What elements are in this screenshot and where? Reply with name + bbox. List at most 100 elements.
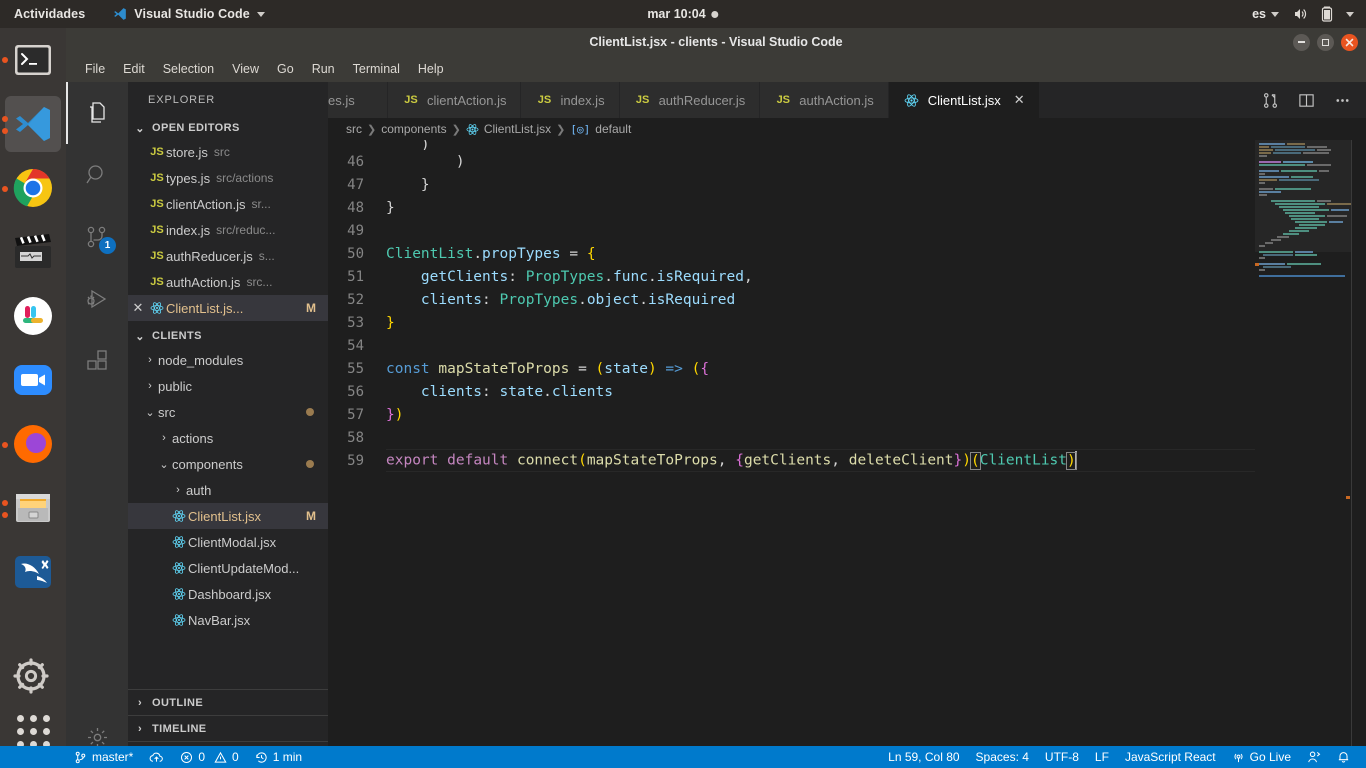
dock-item-video-editor[interactable] [0,220,66,284]
tab-auth-reducer-js[interactable]: JS authReducer.js [620,82,761,118]
dock-item-slack[interactable] [0,284,66,348]
code-line-46: 46 ) [328,150,1366,173]
section-outline[interactable]: › OUTLINE [128,689,328,715]
token: func [613,269,648,285]
sidebar-title: EXPLORER [128,82,328,117]
open-editor-client-list-jsx[interactable]: ✕ ClientList.js... M [128,295,328,321]
activities-button[interactable]: Actividades [14,7,85,21]
tree-file-client-update-modal-jsx[interactable]: ClientUpdateMod... [128,555,328,581]
battery-icon[interactable] [1321,6,1333,22]
more-actions-icon[interactable] [1324,82,1360,118]
dock-item-settings[interactable] [0,646,66,710]
open-editor-types-js[interactable]: JS types.js src/actions [128,165,328,191]
breadcrumb-components[interactable]: components [381,122,446,136]
breadcrumb-symbol[interactable]: default [595,122,631,136]
close-button[interactable] [1341,34,1358,51]
section-open-editors[interactable]: ⌄ OPEN EDITORS [128,117,328,139]
status-notifications[interactable] [1329,746,1358,768]
status-branch[interactable]: master* [66,746,141,768]
menu-edit[interactable]: Edit [114,59,154,79]
menu-selection[interactable]: Selection [154,59,223,79]
status-eol[interactable]: LF [1087,746,1117,768]
tree-file-client-list-jsx[interactable]: ClientList.jsx M [128,503,328,529]
app-menu-button[interactable]: Visual Studio Code [113,7,264,21]
status-encoding[interactable]: UTF-8 [1037,746,1087,768]
token: isRequired [648,292,735,308]
tree-folder-node-modules[interactable]: › node_modules [128,347,328,373]
menu-file[interactable]: File [76,59,114,79]
open-editor-client-action-js[interactable]: JS clientAction.js sr... [128,191,328,217]
line-number: 56 [328,384,386,400]
breadcrumb-file[interactable]: ClientList.jsx [484,122,551,136]
menu-view[interactable]: View [223,59,268,79]
status-go-live[interactable]: Go Live [1224,746,1299,768]
status-language-mode[interactable]: JavaScript React [1117,746,1224,768]
minimap[interactable] [1255,140,1352,768]
tree-folder-src[interactable]: ⌄ src [128,399,328,425]
activitybar-explorer[interactable] [66,82,128,144]
tree-folder-actions[interactable]: › actions [128,425,328,451]
dock-item-files[interactable] [0,476,66,540]
status-accounts[interactable] [1299,746,1329,768]
token: propTypes [482,246,561,262]
dock-item-zoom[interactable] [0,348,66,412]
tree-file-client-modal-jsx[interactable]: ClientModal.jsx [128,529,328,555]
tree-folder-components[interactable]: ⌄ components [128,451,328,477]
section-timeline[interactable]: › TIMELINE [128,715,328,741]
open-editor-index-js[interactable]: JS index.js src/reduc... [128,217,328,243]
token: clients [421,384,482,400]
activitybar-extensions[interactable] [66,330,128,392]
language-indicator[interactable]: es [1252,7,1279,21]
section-clients[interactable]: ⌄ CLIENTS [128,325,328,347]
tab-client-action-js[interactable]: JS clientAction.js [388,82,521,118]
menu-go[interactable]: Go [268,59,303,79]
tab-auth-action-js[interactable]: JS authAction.js [760,82,888,118]
system-menu-chevron-icon[interactable] [1346,12,1354,17]
close-icon[interactable]: ✕ [128,300,148,316]
minimize-button[interactable] [1293,34,1310,51]
activitybar-run-and-debug[interactable] [66,268,128,330]
dock-item-mysql-workbench[interactable] [0,540,66,604]
tab-index-js[interactable]: JS index.js [521,82,619,118]
slack-icon [11,294,55,338]
dock-item-visual-studio-code[interactable] [0,92,66,156]
status-timer[interactable]: 1 min [247,746,310,768]
tab-client-list-jsx[interactable]: ClientList.jsx ✕ [889,82,1040,118]
open-editor-auth-action-js[interactable]: JS authAction.js src... [128,269,328,295]
tree-file-dashboard-jsx[interactable]: Dashboard.jsx [128,581,328,607]
line-number: 50 [328,246,386,262]
open-editor-auth-reducer-js[interactable]: JS authReducer.js s... [128,243,328,269]
open-editor-path: s... [259,249,275,263]
code-line-text: ) [386,140,430,150]
tree-folder-auth[interactable]: › auth [128,477,328,503]
menu-run[interactable]: Run [303,59,344,79]
dock-item-terminal[interactable] [0,28,66,92]
token: { [700,361,709,377]
split-compare-icon[interactable] [1252,82,1288,118]
menu-help[interactable]: Help [409,59,453,79]
tree-file-navbar-jsx[interactable]: NavBar.jsx [128,607,328,633]
tab-close-icon[interactable]: ✕ [1014,92,1025,108]
code-editor[interactable]: ) 46 ) 47 } 48 } [328,140,1366,768]
activitybar-search[interactable] [66,144,128,206]
breadcrumb-src[interactable]: src [346,122,362,136]
dock-item-firefox[interactable] [0,412,66,476]
section-outline-label: OUTLINE [152,697,203,709]
dock-item-google-chrome[interactable] [0,156,66,220]
status-cursor-position[interactable]: Ln 59, Col 80 [880,746,967,768]
code-line-text: clients: state.clients [386,384,613,400]
tree-folder-public[interactable]: › public [128,373,328,399]
running-indicator [2,500,8,506]
volume-icon[interactable] [1292,6,1308,22]
editor-vertical-scrollbar[interactable] [1352,140,1366,768]
activitybar-source-control[interactable]: 1 [66,206,128,268]
status-sync[interactable] [141,746,172,768]
tab-types-js[interactable]: es.js [328,82,388,118]
menu-terminal[interactable]: Terminal [344,59,409,79]
maximize-button[interactable] [1317,34,1334,51]
open-editor-store-js[interactable]: JS store.js src [128,139,328,165]
clock[interactable]: mar 10:04 [647,7,718,21]
status-indentation[interactable]: Spaces: 4 [968,746,1037,768]
status-problems[interactable]: 0 0 [172,746,246,768]
split-editor-icon[interactable] [1288,82,1324,118]
